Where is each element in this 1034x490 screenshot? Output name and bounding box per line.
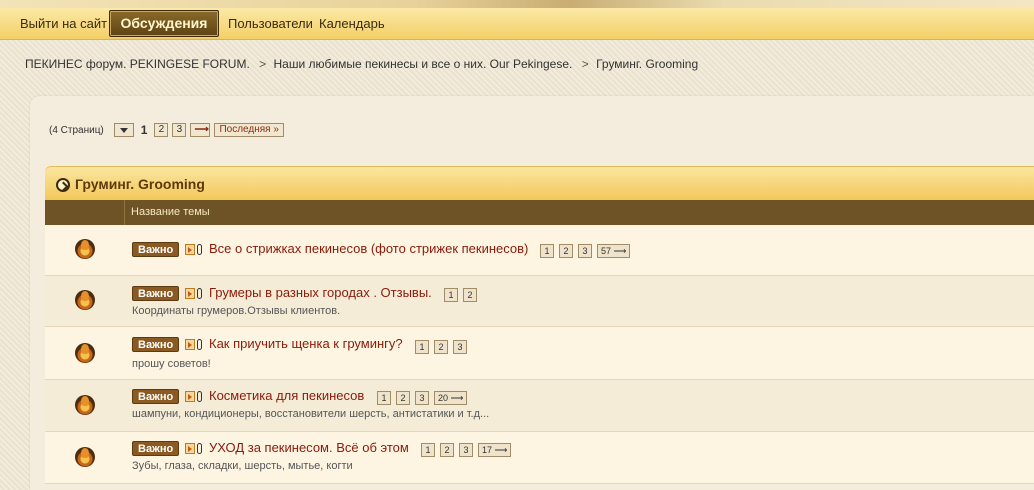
- breadcrumb-grooming[interactable]: Груминг. Grooming: [596, 57, 698, 71]
- nav-users[interactable]: Пользователи: [228, 16, 313, 31]
- pinned-badge: Важно: [132, 441, 180, 456]
- topic-title-link[interactable]: Все о стрижках пекинесов (фото стрижек п…: [209, 241, 528, 256]
- pinned-badge: Важно: [132, 242, 180, 257]
- topic-page-link[interactable]: 3: [578, 244, 592, 258]
- topic-page-link[interactable]: 3: [415, 391, 429, 405]
- hot-topic-icon: [75, 343, 95, 363]
- topic-page-link[interactable]: 1: [421, 443, 435, 457]
- topic-page-link[interactable]: 3: [453, 340, 467, 354]
- pinned-badge: Важно: [132, 337, 180, 352]
- breadcrumb: ПЕКИНЕС форум. PEKINGESE FORUM. > Наши л…: [25, 57, 698, 71]
- main-navbar: Выйти на сайт Обсуждения Пользователи Ка…: [0, 8, 1034, 40]
- topic-page-link[interactable]: 2: [396, 391, 410, 405]
- pinned-badge: Важно: [132, 389, 180, 404]
- topics-column-header: Название темы: [45, 200, 1034, 225]
- go-to-new-icon[interactable]: [185, 391, 195, 402]
- topic-list: Важно Все о стрижках пекинесов (фото стр…: [45, 225, 1034, 484]
- topic-page-link[interactable]: 1: [377, 391, 391, 405]
- topic-last-page-link[interactable]: 17 ⟶: [478, 443, 512, 457]
- breadcrumb-pekingese-category[interactable]: Наши любимые пекинесы и все о них. Our P…: [274, 57, 573, 71]
- forum-title: Груминг. Grooming: [75, 176, 205, 192]
- nav-calendar[interactable]: Календарь: [319, 16, 385, 31]
- topic-title-link[interactable]: Грумеры в разных городах . Отзывы.: [209, 285, 432, 300]
- breadcrumb-separator: >: [259, 57, 267, 71]
- hot-topic-icon: [75, 395, 95, 415]
- breadcrumb-separator: >: [581, 57, 589, 71]
- forum-header: Груминг. Grooming: [45, 166, 1034, 200]
- topic-status-icons: [185, 339, 202, 350]
- pagination-next-button[interactable]: ⟶: [190, 123, 211, 137]
- attachment-icon: [197, 391, 202, 402]
- topic-pages: 1 2 3: [415, 340, 467, 354]
- refresh-icon[interactable]: [56, 178, 70, 192]
- topic-title-link[interactable]: Как приучить щенка к грумингу?: [209, 336, 403, 351]
- topic-row: Важно Косметика для пекинесов 1 2 3 20 ⟶…: [45, 380, 1034, 432]
- column-topic-name: Название темы: [131, 206, 210, 218]
- nav-discussions-active[interactable]: Обсуждения: [109, 10, 219, 37]
- topic-row: Важно Грумеры в разных городах . Отзывы.…: [45, 276, 1034, 327]
- topic-page-link[interactable]: 3: [459, 443, 473, 457]
- topic-description: Координаты грумеров.Отзывы клиентов.: [132, 305, 341, 317]
- topic-status-icons: [185, 391, 202, 402]
- top-decorative-strip: [0, 0, 1034, 8]
- breadcrumb-forum-home[interactable]: ПЕКИНЕС форум. PEKINGESE FORUM.: [25, 57, 250, 71]
- attachment-icon: [197, 443, 202, 454]
- topic-page-link[interactable]: 2: [559, 244, 573, 258]
- pagination: (4 Страниц) 1 2 3 ⟶ Последняя »: [49, 122, 284, 138]
- topic-pages: 1 2 3 17 ⟶: [421, 443, 512, 457]
- go-to-new-icon[interactable]: [185, 339, 195, 350]
- topic-page-link[interactable]: 2: [463, 288, 477, 302]
- attachment-icon: [197, 339, 202, 350]
- topic-status-icons: [185, 288, 202, 299]
- topic-pages: 1 2 3 20 ⟶: [377, 391, 468, 405]
- hot-topic-icon: [75, 447, 95, 467]
- topic-title-link[interactable]: УХОД за пекинесом. Всё об этом: [209, 440, 409, 455]
- pagination-page-2[interactable]: 2: [154, 123, 169, 137]
- nav-exit-to-site[interactable]: Выйти на сайт: [20, 16, 107, 31]
- topic-page-link[interactable]: 2: [440, 443, 454, 457]
- pagination-page-3[interactable]: 3: [172, 123, 187, 137]
- topic-pages: 1 2: [444, 288, 477, 302]
- topic-description: Зубы, глаза, складки, шерсть, мытье, ког…: [132, 460, 353, 472]
- pagination-last-button[interactable]: Последняя »: [214, 123, 284, 137]
- topic-pages: 1 2 3 57 ⟶: [540, 244, 631, 258]
- topic-row: Важно Как приучить щенка к грумингу? 1 2…: [45, 327, 1034, 380]
- topic-status-icons: [185, 244, 202, 255]
- go-to-new-icon[interactable]: [185, 244, 195, 255]
- topic-page-link[interactable]: 1: [415, 340, 429, 354]
- pagination-dropdown[interactable]: [113, 123, 134, 137]
- pagination-page-count: (4 Страниц): [49, 124, 104, 136]
- topic-description: прошу советов!: [132, 358, 211, 370]
- topic-page-link[interactable]: 2: [434, 340, 448, 354]
- go-to-new-icon[interactable]: [185, 443, 195, 454]
- topic-status-icons: [185, 443, 202, 454]
- topic-page-link[interactable]: 1: [444, 288, 458, 302]
- topic-page-link[interactable]: 1: [540, 244, 554, 258]
- pagination-current-page: 1: [140, 123, 148, 137]
- topic-row: Важно Все о стрижках пекинесов (фото стр…: [45, 225, 1034, 276]
- column-divider: [124, 200, 125, 225]
- attachment-icon: [197, 288, 202, 299]
- topic-last-page-link[interactable]: 57 ⟶: [597, 244, 631, 258]
- hot-topic-icon: [75, 239, 95, 259]
- topic-title-link[interactable]: Косметика для пекинесов: [209, 388, 364, 403]
- hot-topic-icon: [75, 290, 95, 310]
- topic-row: Важно УХОД за пекинесом. Всё об этом 1 2…: [45, 432, 1034, 484]
- topic-description: шампуни, кондиционеры, восстановители ше…: [132, 408, 490, 420]
- go-to-new-icon[interactable]: [185, 288, 195, 299]
- pinned-badge: Важно: [132, 286, 180, 301]
- topic-last-page-link[interactable]: 20 ⟶: [434, 391, 468, 405]
- attachment-icon: [197, 244, 202, 255]
